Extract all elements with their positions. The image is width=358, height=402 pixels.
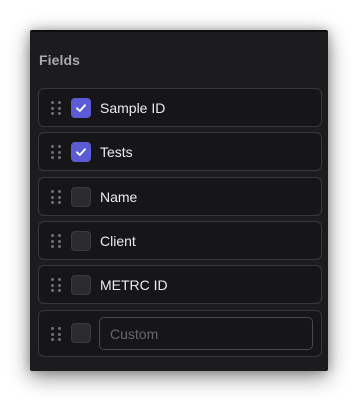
field-label-client: Client xyxy=(100,233,136,249)
field-row-tests[interactable]: Tests xyxy=(38,132,322,171)
fields-panel: Fields Sample ID Tests Name Client METRC… xyxy=(30,30,328,371)
field-row-name[interactable]: Name xyxy=(38,177,322,216)
drag-handle-icon[interactable] xyxy=(51,101,61,115)
drag-handle-icon[interactable] xyxy=(51,190,61,204)
field-label-sample-id: Sample ID xyxy=(100,100,166,116)
name-checkbox[interactable] xyxy=(71,187,91,207)
tests-checkbox[interactable] xyxy=(71,142,91,162)
drag-handle-icon[interactable] xyxy=(51,234,61,248)
custom-checkbox[interactable] xyxy=(71,323,91,343)
client-checkbox[interactable] xyxy=(71,231,91,251)
sample-id-checkbox[interactable] xyxy=(71,98,91,118)
field-label-tests: Tests xyxy=(100,144,133,160)
field-row-sample-id[interactable]: Sample ID xyxy=(38,88,322,127)
drag-handle-icon[interactable] xyxy=(51,145,61,159)
check-icon xyxy=(76,148,86,156)
field-label-metrc-id: METRC ID xyxy=(100,277,168,293)
drag-handle-icon[interactable] xyxy=(51,327,61,341)
field-label-name: Name xyxy=(100,189,138,205)
check-icon xyxy=(76,104,86,112)
field-row-metrc-id[interactable]: METRC ID xyxy=(38,265,322,304)
field-row-client[interactable]: Client xyxy=(38,221,322,260)
panel-title: Fields xyxy=(39,52,81,68)
drag-handle-icon[interactable] xyxy=(51,278,61,292)
field-row-custom[interactable] xyxy=(38,310,322,357)
metrc-id-checkbox[interactable] xyxy=(71,275,91,295)
custom-field-input[interactable] xyxy=(99,317,313,350)
